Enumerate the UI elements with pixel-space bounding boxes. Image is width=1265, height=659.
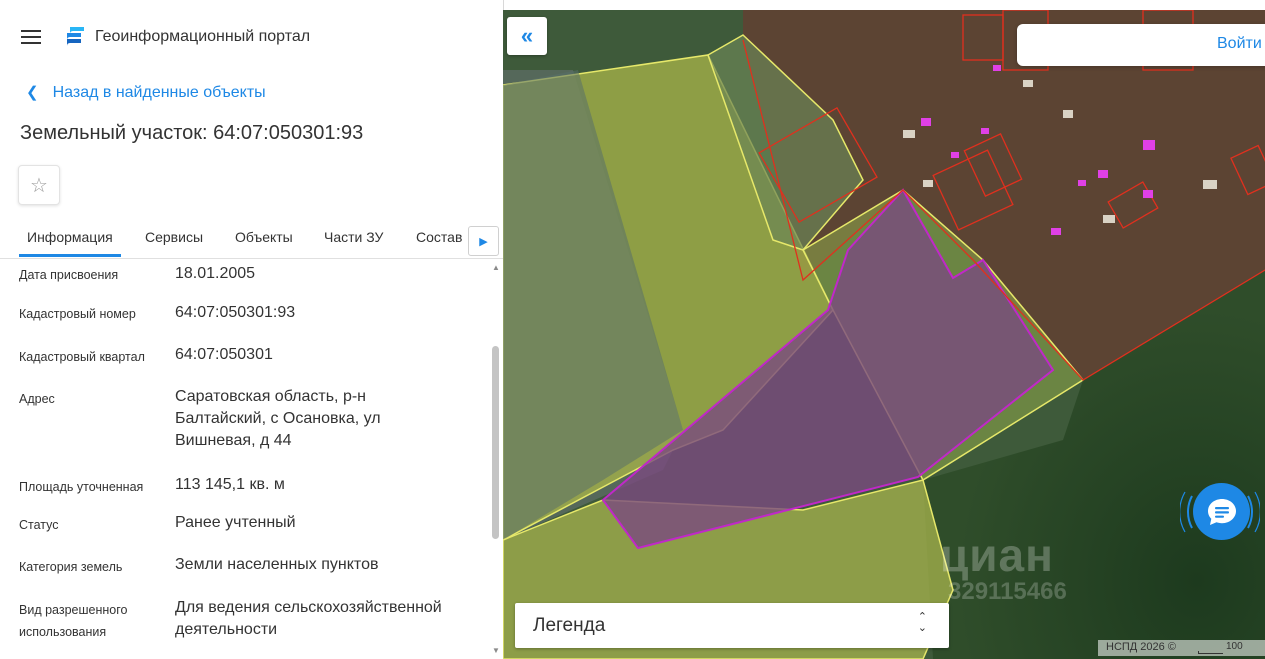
map-attribution: НСПД 2026 © 100 <box>1098 640 1265 656</box>
watermark-logo-text: циан <box>940 529 1054 581</box>
favorite-button[interactable]: ☆ <box>18 165 60 205</box>
watermark-id: 329115466 <box>948 578 1067 605</box>
tab-information[interactable]: Информация <box>19 229 121 257</box>
watermark-logo: циан <box>940 528 1054 582</box>
portal-logo-icon <box>67 27 84 46</box>
scrollbar-thumb[interactable] <box>492 346 499 539</box>
row-label-address: Адрес <box>19 392 55 406</box>
login-bar: Войти <box>1017 24 1265 66</box>
legend-label: Легенда <box>533 615 606 636</box>
row-label-area: Площадь уточненная <box>19 480 144 494</box>
chat-button[interactable] <box>1193 483 1250 540</box>
legend-select[interactable]: Легенда ⌃ ⌄ <box>515 603 949 648</box>
back-to-results-link[interactable]: ❮ Назад в найденные объекты <box>26 83 266 102</box>
collapse-panel-button[interactable]: « <box>507 17 547 55</box>
chat-bubble-icon <box>1207 498 1236 525</box>
back-link-label: Назад в найденные объекты <box>52 84 266 101</box>
star-icon: ☆ <box>30 174 48 197</box>
login-button[interactable]: Войти <box>1217 35 1262 53</box>
row-value-land-category: Земли населенных пунктов <box>175 556 379 573</box>
row-value-address: Саратовская область, р-н Балтайский, с О… <box>175 388 381 449</box>
satellite-map[interactable] <box>503 10 1265 659</box>
double-chevron-left-icon: « <box>520 23 534 48</box>
row-value-cadastral-quarter: 64:07:050301 <box>175 346 273 363</box>
row-label-cadastral-quarter: Кадастровый квартал <box>19 350 145 364</box>
tabs-scroll-right-button[interactable]: ▶ <box>468 226 499 256</box>
scale-label: 100 <box>1226 641 1243 652</box>
page-title: Земельный участок: 64:07:050301:93 <box>20 122 364 144</box>
tab-objects[interactable]: Объекты <box>235 229 293 245</box>
map-view[interactable] <box>503 10 1265 659</box>
row-label-assign-date: Дата присвоения <box>19 268 119 282</box>
info-list: Дата присвоения 18.01.2005 Кадастровый н… <box>0 259 490 659</box>
tab-composition[interactable]: Состав <box>416 229 462 245</box>
copyright-text: НСПД 2026 © <box>1106 641 1176 653</box>
info-scrollbar[interactable]: ▲ ▼ <box>490 259 502 657</box>
menu-icon[interactable] <box>21 30 41 44</box>
row-label-permitted-use: Вид разрешенного использования <box>19 603 128 639</box>
portal-title: Геоинформационный портал <box>95 28 311 45</box>
row-label-status: Статус <box>19 518 59 532</box>
tab-bar: Информация Сервисы Объекты Части ЗУ Сост… <box>0 222 503 259</box>
panel-header: Геоинформационный портал <box>0 10 503 62</box>
row-value-permitted-use: Для ведения сельскохозяйственной деятель… <box>175 599 442 638</box>
row-value-status: Ранее учтенный <box>175 514 296 531</box>
scroll-up-arrow-icon[interactable]: ▲ <box>492 263 500 272</box>
tab-services[interactable]: Сервисы <box>145 229 203 245</box>
scroll-down-arrow-icon[interactable]: ▼ <box>492 646 500 655</box>
chevron-right-icon: ▶ <box>479 235 488 248</box>
row-value-area: 113 145,1 кв. м <box>175 476 285 493</box>
row-label-land-category: Категория земель <box>19 560 123 574</box>
up-down-chevron-icon: ⌃ ⌄ <box>917 611 927 634</box>
row-label-cadastral-number: Кадастровый номер <box>19 307 136 321</box>
scale-bar-icon <box>1198 651 1223 654</box>
row-value-assign-date: 18.01.2005 <box>175 265 256 282</box>
info-panel: Геоинформационный портал ❮ Назад в найден… <box>0 0 504 659</box>
row-value-cadastral-number: 64:07:050301:93 <box>175 304 296 321</box>
chevron-left-icon: ❮ <box>26 84 39 101</box>
tab-parcel-parts[interactable]: Части ЗУ <box>324 229 383 245</box>
